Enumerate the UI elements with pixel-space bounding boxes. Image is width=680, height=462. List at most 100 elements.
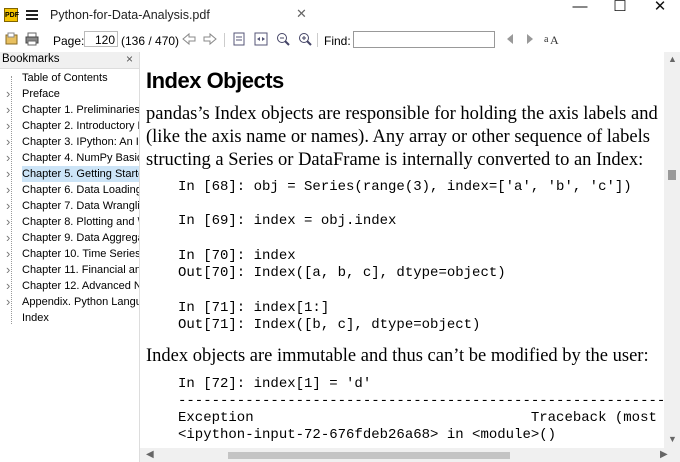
expand-arrow-icon[interactable]: › [6,182,10,198]
expand-arrow-icon[interactable]: › [6,214,10,230]
code-line: In [70]: index [178,248,296,264]
bookmark-label: Chapter 1. Preliminaries [22,104,139,116]
expand-arrow-icon[interactable]: › [6,118,10,134]
bookmark-label: Preface [22,88,60,100]
maximize-button[interactable]: ☐ [600,0,640,20]
bookmarks-panel: Bookmarks × Table of Contents › Preface › Ch… [0,52,140,462]
horizontal-scrollbar[interactable]: ◀ ▶ [140,448,680,462]
scroll-down-icon[interactable]: ▼ [668,434,677,444]
code-line: In [72]: index[1] = 'd' [178,376,372,392]
back-icon[interactable] [181,32,197,48]
scroll-right-icon[interactable]: ▶ [660,449,668,460]
bookmark-label: Chapter 2. Introductory E [22,120,139,132]
bookmark-label: Chapter 11. Financial anc [22,264,139,276]
paragraph-line: pandas’s Index objects are responsible f… [146,104,658,124]
expand-arrow-icon[interactable]: › [6,262,10,278]
scroll-left-icon[interactable]: ◀ [146,449,154,460]
fit-page-icon[interactable] [231,32,247,48]
bookmark-label: Chapter 7. Data Wranglir [22,200,139,212]
horizontal-scroll-thumb[interactable] [228,452,510,459]
expand-arrow-icon[interactable]: › [6,246,10,262]
page-number-input[interactable]: 120 [84,31,118,47]
vertical-scroll-thumb[interactable] [668,170,676,180]
expand-arrow-icon[interactable]: › [6,134,10,150]
forward-icon[interactable] [202,32,218,48]
bookmark-item[interactable]: › Chapter 9. Data Aggrega [0,230,139,246]
bookmark-item[interactable]: Table of Contents [0,70,139,86]
toolbar-separator [224,33,225,47]
bookmark-item[interactable]: › Chapter 7. Data Wranglir [0,198,139,214]
code-line: In [71]: index[1:] [178,300,330,316]
code-line: In [68]: obj = Series(range(3), index=['… [178,179,632,195]
bookmark-label: Table of Contents [22,72,108,84]
paragraph-line: Index objects are immutable and thus can… [146,346,649,366]
bookmark-label: Chapter 9. Data Aggrega [22,232,139,244]
tab-title[interactable]: Python-for-Data-Analysis.pdf [50,8,210,22]
expand-arrow-icon[interactable]: › [6,278,10,294]
toolbar-separator [317,33,318,47]
print-icon[interactable] [24,32,40,48]
close-bookmarks-icon[interactable]: × [126,52,133,66]
bookmark-item[interactable]: › Appendix. Python Langu [0,294,139,310]
svg-text:A: A [550,33,559,46]
expand-arrow-icon[interactable]: › [6,294,10,310]
bookmark-item[interactable]: › Chapter 4. NumPy Basic: [0,150,139,166]
bookmark-item[interactable]: › Chapter 12. Advanced N [0,278,139,294]
section-heading: Index Objects [146,68,284,93]
close-tab-icon[interactable]: ✕ [296,6,307,22]
bookmark-item[interactable]: › Preface [0,86,139,102]
zoom-in-icon[interactable] [297,32,313,48]
expand-arrow-icon[interactable]: › [6,198,10,214]
code-line: Out[70]: Index([a, b, c], dtype=object) [178,265,506,281]
find-prev-icon[interactable] [502,32,518,48]
svg-text:a: a [544,34,549,45]
bookmark-label: Chapter 4. NumPy Basic: [22,152,139,164]
code-line: ----------------------------------------… [178,393,664,409]
bookmark-label: Chapter 10. Time Series [22,248,139,260]
fit-width-icon[interactable] [253,32,269,48]
match-case-icon[interactable]: aA [543,32,561,48]
expand-arrow-icon[interactable]: › [6,230,10,246]
bookmarks-header: Bookmarks × [0,52,139,69]
paragraph-line: (like the axis name or names). Any array… [146,127,650,147]
expand-arrow-icon[interactable]: › [6,150,10,166]
expand-arrow-icon[interactable]: › [6,102,10,118]
bookmark-label: Appendix. Python Langu [22,296,139,308]
bookmark-item[interactable]: › Chapter 3. IPython: An Ir [0,134,139,150]
document-view[interactable]: Index Objects pandas’s Index objects are… [140,52,664,448]
close-window-button[interactable]: ✕ [640,0,680,20]
minimize-button[interactable]: — [560,0,600,20]
expand-arrow-icon[interactable]: › [6,86,10,102]
bookmark-item[interactable]: › Chapter 1. Preliminaries [0,102,139,118]
find-label: Find: [324,34,351,48]
code-line: <ipython-input-72-676fdeb26a68> in <modu… [178,427,557,443]
find-input[interactable] [353,31,495,48]
bookmark-label: Chapter 8. Plotting and \ [22,216,139,228]
expand-arrow-icon[interactable]: › [6,166,10,182]
bookmark-item[interactable]: › Chapter 10. Time Series [0,246,139,262]
menu-icon[interactable] [26,10,38,20]
bookmarks-title: Bookmarks [2,53,60,65]
bookmark-label: Chapter 12. Advanced N [22,280,139,292]
code-line: Exception Traceback (most recent call la… [178,410,657,426]
app-logo-icon: PDF [4,8,19,22]
bookmark-item[interactable]: › Chapter 11. Financial anc [0,262,139,278]
vertical-scrollbar[interactable]: ▲ ▼ [664,52,680,448]
find-next-icon[interactable] [522,32,538,48]
bookmark-item[interactable]: Index [0,310,139,326]
bookmark-item[interactable]: › Chapter 8. Plotting and \ [0,214,139,230]
bookmark-label: Chapter 3. IPython: An Ir [22,136,139,148]
code-line: In [69]: index = obj.index [178,213,397,229]
zoom-out-icon[interactable] [275,32,291,48]
open-icon[interactable] [4,32,20,48]
code-line: Out[71]: Index([b, c], dtype=object) [178,317,481,333]
bookmark-item[interactable]: › Chapter 5. Getting Starte [0,166,139,182]
bookmark-item[interactable]: › Chapter 2. Introductory E [0,118,139,134]
page-count: (136 / 470) [121,34,180,48]
paragraph-line: structing a Series or DataFrame is inter… [146,150,644,170]
bookmark-label: Index [22,312,49,324]
bookmark-item[interactable]: › Chapter 6. Data Loading, [0,182,139,198]
toolbar: Page: 120 (136 / 470) Find: aA [0,30,680,52]
scroll-up-icon[interactable]: ▲ [668,54,677,64]
page-label: Page: [53,34,85,48]
